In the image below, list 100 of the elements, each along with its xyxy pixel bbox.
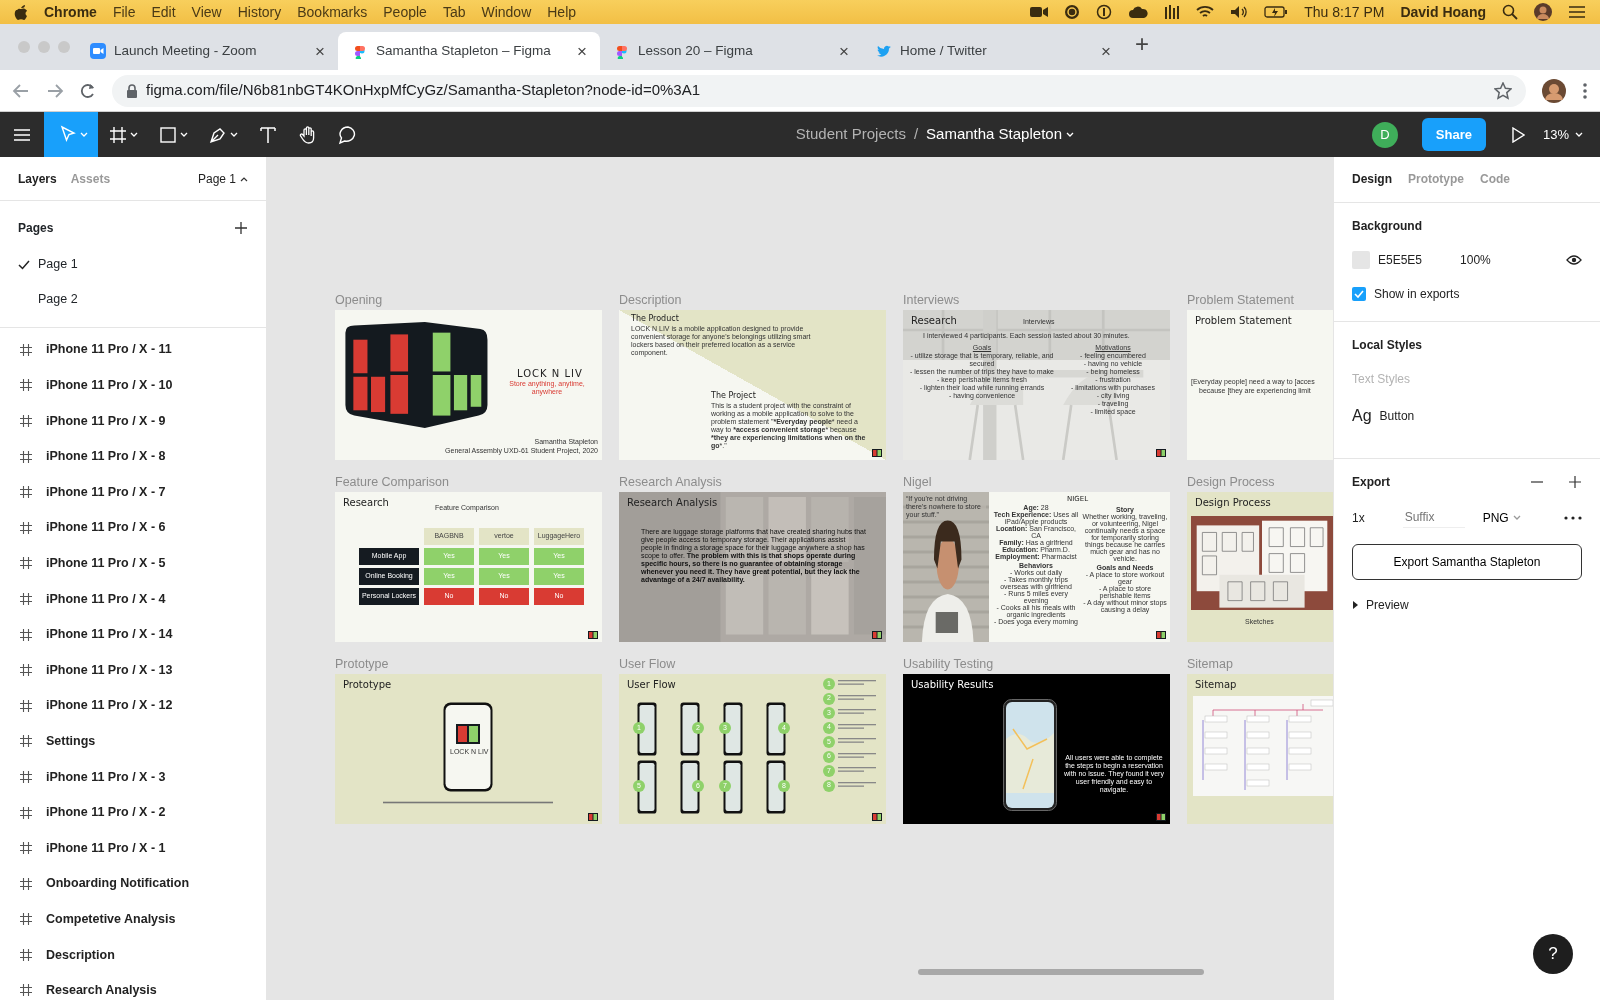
browser-tab[interactable]: Samantha Stapleton – Figma ×: [338, 32, 600, 70]
layer-item[interactable]: iPhone 11 Pro / X - 2: [0, 794, 266, 831]
brand-name: LOCK N LIV: [517, 367, 583, 381]
browser-tab[interactable]: Home / Twitter ×: [862, 32, 1124, 70]
frame-icon: [20, 486, 32, 499]
bars-icon: [1164, 5, 1181, 19]
target-icon: [1064, 4, 1081, 20]
page-menu[interactable]: Page 1: [197, 169, 248, 188]
frame-icon: [20, 770, 32, 783]
new-tab-button[interactable]: +: [1132, 32, 1152, 56]
more-icon[interactable]: [1564, 515, 1582, 520]
menu-item[interactable]: People: [383, 1, 427, 23]
layer-item[interactable]: Competetive Analysis: [0, 901, 266, 938]
caret-icon: [230, 131, 238, 138]
layer-item[interactable]: iPhone 11 Pro / X - 13: [0, 652, 266, 688]
layer-item[interactable]: iPhone 11 Pro / X - 8: [0, 438, 266, 475]
browser-tab[interactable]: Lesson 20 – Figma ×: [600, 32, 862, 70]
menu-item[interactable]: History: [237, 1, 282, 23]
layer-item[interactable]: iPhone 11 Pro / X - 11: [0, 332, 266, 368]
layer-item[interactable]: Research Analysis: [0, 972, 266, 1000]
frame-icon: [20, 521, 32, 534]
menu-item[interactable]: Window: [481, 1, 532, 23]
close-button[interactable]: ×: [836, 42, 852, 60]
opacity-value[interactable]: 100%: [1460, 251, 1491, 269]
layer-item[interactable]: Onboarding Notification: [0, 865, 266, 902]
menu-item[interactable]: Bookmarks: [297, 1, 368, 23]
layer-item[interactable]: iPhone 11 Pro / X - 14: [0, 616, 266, 653]
panel-tab[interactable]: Layers: [18, 169, 71, 188]
preview-toggle[interactable]: Preview: [1352, 596, 1582, 614]
layer-item[interactable]: Settings: [0, 723, 266, 760]
zoom-menu[interactable]: 13%: [1533, 112, 1592, 157]
apple-icon: [14, 4, 28, 20]
add-icon[interactable]: [234, 221, 248, 235]
more-icon[interactable]: [1582, 81, 1588, 100]
layer-item[interactable]: iPhone 11 Pro / X - 12: [0, 687, 266, 724]
close-button[interactable]: ×: [574, 42, 590, 60]
frame-icon: [20, 628, 32, 641]
list-icon[interactable]: [1568, 5, 1586, 19]
avatar-icon[interactable]: [1534, 3, 1552, 21]
layer-item[interactable]: iPhone 11 Pro / X - 9: [0, 403, 266, 439]
avatar-icon[interactable]: [1542, 78, 1566, 103]
layer-item[interactable]: iPhone 11 Pro / X - 10: [0, 367, 266, 404]
checkbox[interactable]: [1352, 287, 1366, 301]
layer-item[interactable]: iPhone 11 Pro / X - 6: [0, 509, 266, 546]
layer-item[interactable]: iPhone 11 Pro / X - 3: [0, 759, 266, 795]
layer-item[interactable]: iPhone 11 Pro / X - 4: [0, 581, 266, 617]
star-icon[interactable]: [1494, 81, 1512, 100]
back-icon[interactable]: [12, 82, 30, 99]
layer-item[interactable]: iPhone 11 Pro / X - 1: [0, 830, 266, 866]
slide-title: Research: [911, 314, 957, 328]
forward-icon[interactable]: [46, 82, 64, 99]
reload-icon[interactable]: [80, 82, 96, 99]
text-lines-drawing: [838, 709, 878, 715]
text-style-item[interactable]: Ag Button: [1352, 404, 1582, 428]
file-name-menu[interactable]: Samantha Stapleton: [926, 123, 1074, 146]
search-icon[interactable]: [1502, 4, 1518, 20]
scale-value[interactable]: 1x: [1352, 508, 1365, 527]
phone-drawing: [680, 702, 700, 756]
text-tool-icon: [258, 124, 278, 145]
close-button[interactable]: ×: [312, 42, 328, 60]
section-title: Pages: [18, 220, 54, 237]
hex-value[interactable]: E5E5E5: [1378, 251, 1423, 269]
add-icon[interactable]: [1568, 475, 1582, 489]
eye-icon[interactable]: [1566, 254, 1582, 266]
wifi-icon: [1196, 5, 1215, 19]
address-field[interactable]: figma.com/file/N6b81nbGT4KOnHxpMfCyGz/Samantha-Stapleton?node-id=0%3A1: [112, 74, 1526, 107]
browser-tab[interactable]: Launch Meeting - Zoom ×: [76, 32, 338, 70]
layer-item[interactable]: Description: [0, 937, 266, 973]
section-title: Export: [1352, 474, 1390, 491]
slide-title: Sitemap: [1195, 678, 1237, 692]
phone-drawing: [766, 702, 786, 756]
clock-text: Thu 8:17 PM: [1304, 2, 1385, 22]
close-button[interactable]: ×: [1098, 42, 1114, 60]
frame-icon: [20, 735, 32, 748]
page-item[interactable]: Page 2: [0, 282, 266, 317]
menu-item[interactable]: File: [112, 1, 136, 23]
layer-item[interactable]: iPhone 11 Pro / X - 5: [0, 545, 266, 582]
section-title: Local Styles: [1352, 337, 1424, 354]
menu-item[interactable]: View: [191, 1, 222, 23]
app-menu[interactable]: Chrome: [44, 1, 97, 23]
format-menu[interactable]: PNG: [1482, 508, 1521, 527]
layer-item[interactable]: iPhone 11 Pro / X - 7: [0, 474, 266, 510]
scrollbar[interactable]: [918, 969, 1204, 975]
menu-item[interactable]: Help: [547, 1, 577, 23]
project-link[interactable]: Student Projects: [795, 123, 906, 146]
speech-bubble-icon: [338, 124, 358, 145]
color-swatch[interactable]: [1352, 251, 1370, 269]
style-sample: Ag: [1352, 406, 1372, 426]
menu-item[interactable]: Tab: [442, 1, 466, 23]
export-button[interactable]: Export Samantha Stapleton: [1352, 544, 1582, 580]
panel-tab[interactable]: Design: [1352, 170, 1392, 188]
slide-frame[interactable]: [903, 492, 1170, 642]
slide-title: Research: [343, 496, 389, 510]
slide-frame[interactable]: [619, 310, 886, 460]
frame-icon: [20, 913, 32, 926]
page-item[interactable]: Page 1: [0, 247, 266, 282]
menu-item[interactable]: Edit: [151, 1, 176, 23]
slide-frame[interactable]: Sitemap: [1187, 674, 1333, 824]
video-camera-icon: [1030, 6, 1049, 18]
frame-icon: [20, 842, 32, 855]
